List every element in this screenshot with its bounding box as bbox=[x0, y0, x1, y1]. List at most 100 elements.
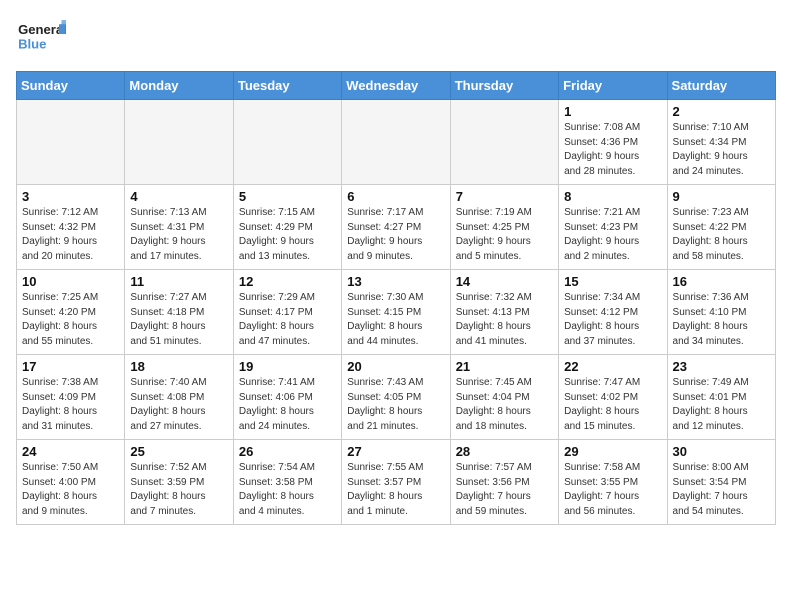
day-number: 7 bbox=[456, 189, 553, 204]
day-info: Sunrise: 7:21 AM Sunset: 4:23 PM Dayligh… bbox=[564, 206, 661, 264]
day-info: Sunrise: 7:30 AM Sunset: 4:15 PM Dayligh… bbox=[347, 291, 444, 349]
weekday-header-wednesday: Wednesday bbox=[342, 72, 450, 100]
week-row-4: 17 Sunrise: 7:38 AM Sunset: 4:09 PM Dayli… bbox=[17, 355, 776, 440]
day-info: Sunrise: 7:50 AM Sunset: 4:00 PM Dayligh… bbox=[22, 461, 119, 519]
day-cell: 26 Sunrise: 7:54 AM Sunset: 3:58 PM Dayli… bbox=[233, 440, 341, 525]
logo-icon: General Blue bbox=[16, 16, 66, 61]
day-info: Sunrise: 7:17 AM Sunset: 4:27 PM Dayligh… bbox=[347, 206, 444, 264]
day-number: 5 bbox=[239, 189, 336, 204]
day-cell: 22Sunrise: 7:47 AM Sunset: 4:02 PM Dayli… bbox=[559, 355, 667, 440]
day-cell: 19 Sunrise: 7:41 AM Sunset: 4:06 PM Dayli… bbox=[233, 355, 341, 440]
day-number: 24 bbox=[22, 444, 119, 459]
day-number: 4 bbox=[130, 189, 227, 204]
day-info: Sunrise: 7:32 AM Sunset: 4:13 PM Dayligh… bbox=[456, 291, 553, 349]
day-number: 15 bbox=[564, 274, 661, 289]
day-info: Sunrise: 7:55 AM Sunset: 3:57 PM Dayligh… bbox=[347, 461, 444, 519]
day-number: 17 bbox=[22, 359, 119, 374]
day-number: 25 bbox=[130, 444, 227, 459]
day-info: Sunrise: 7:49 AM Sunset: 4:01 PM Dayligh… bbox=[673, 376, 770, 434]
day-number: 12 bbox=[239, 274, 336, 289]
day-info: Sunrise: 7:27 AM Sunset: 4:18 PM Dayligh… bbox=[130, 291, 227, 349]
day-cell: 9 Sunrise: 7:23 AM Sunset: 4:22 PM Daylig… bbox=[667, 185, 775, 270]
day-number: 8 bbox=[564, 189, 661, 204]
day-cell: 11 Sunrise: 7:27 AM Sunset: 4:18 PM Dayli… bbox=[125, 270, 233, 355]
day-info: Sunrise: 7:15 AM Sunset: 4:29 PM Dayligh… bbox=[239, 206, 336, 264]
day-cell: 16 Sunrise: 7:36 AM Sunset: 4:10 PM Dayli… bbox=[667, 270, 775, 355]
day-number: 2 bbox=[673, 104, 770, 119]
day-cell: 29 Sunrise: 7:58 AM Sunset: 3:55 PM Dayli… bbox=[559, 440, 667, 525]
week-row-1: 1 Sunrise: 7:08 AM Sunset: 4:36 PM Daylig… bbox=[17, 100, 776, 185]
weekday-header-sunday: Sunday bbox=[17, 72, 125, 100]
weekday-header-saturday: Saturday bbox=[667, 72, 775, 100]
day-number: 21 bbox=[456, 359, 553, 374]
day-cell bbox=[125, 100, 233, 185]
day-info: Sunrise: 7:36 AM Sunset: 4:10 PM Dayligh… bbox=[673, 291, 770, 349]
day-info: Sunrise: 7:08 AM Sunset: 4:36 PM Dayligh… bbox=[564, 121, 661, 179]
day-cell: 21 Sunrise: 7:45 AM Sunset: 4:04 PM Dayli… bbox=[450, 355, 558, 440]
page-header: General Blue bbox=[16, 16, 776, 61]
day-cell: 10 Sunrise: 7:25 AM Sunset: 4:20 PM Dayli… bbox=[17, 270, 125, 355]
day-info: Sunrise: 7:58 AM Sunset: 3:55 PM Dayligh… bbox=[564, 461, 661, 519]
day-number: 3 bbox=[22, 189, 119, 204]
week-row-3: 10 Sunrise: 7:25 AM Sunset: 4:20 PM Dayli… bbox=[17, 270, 776, 355]
day-info: Sunrise: 7:23 AM Sunset: 4:22 PM Dayligh… bbox=[673, 206, 770, 264]
day-number: 23 bbox=[673, 359, 770, 374]
day-info: Sunrise: 7:43 AM Sunset: 4:05 PM Dayligh… bbox=[347, 376, 444, 434]
calendar-table: SundayMondayTuesdayWednesdayThursdayFrid… bbox=[16, 71, 776, 525]
day-cell bbox=[17, 100, 125, 185]
day-info: Sunrise: 7:47 AM Sunset: 4:02 PM Dayligh… bbox=[564, 376, 661, 434]
day-info: Sunrise: 7:10 AM Sunset: 4:34 PM Dayligh… bbox=[673, 121, 770, 179]
svg-text:Blue: Blue bbox=[18, 37, 46, 52]
day-number: 26 bbox=[239, 444, 336, 459]
weekday-header-tuesday: Tuesday bbox=[233, 72, 341, 100]
day-info: Sunrise: 7:40 AM Sunset: 4:08 PM Dayligh… bbox=[130, 376, 227, 434]
day-info: Sunrise: 7:25 AM Sunset: 4:20 PM Dayligh… bbox=[22, 291, 119, 349]
day-info: Sunrise: 7:12 AM Sunset: 4:32 PM Dayligh… bbox=[22, 206, 119, 264]
day-info: Sunrise: 7:52 AM Sunset: 3:59 PM Dayligh… bbox=[130, 461, 227, 519]
day-cell: 28Sunrise: 7:57 AM Sunset: 3:56 PM Dayli… bbox=[450, 440, 558, 525]
day-info: Sunrise: 8:00 AM Sunset: 3:54 PM Dayligh… bbox=[673, 461, 770, 519]
day-info: Sunrise: 7:41 AM Sunset: 4:06 PM Dayligh… bbox=[239, 376, 336, 434]
svg-text:General: General bbox=[18, 22, 66, 37]
day-cell: 12 Sunrise: 7:29 AM Sunset: 4:17 PM Dayli… bbox=[233, 270, 341, 355]
day-cell: 20 Sunrise: 7:43 AM Sunset: 4:05 PM Dayli… bbox=[342, 355, 450, 440]
day-cell: 23 Sunrise: 7:49 AM Sunset: 4:01 PM Dayli… bbox=[667, 355, 775, 440]
day-number: 30 bbox=[673, 444, 770, 459]
day-info: Sunrise: 7:13 AM Sunset: 4:31 PM Dayligh… bbox=[130, 206, 227, 264]
day-info: Sunrise: 7:34 AM Sunset: 4:12 PM Dayligh… bbox=[564, 291, 661, 349]
week-row-2: 3 Sunrise: 7:12 AM Sunset: 4:32 PM Daylig… bbox=[17, 185, 776, 270]
week-row-5: 24 Sunrise: 7:50 AM Sunset: 4:00 PM Dayli… bbox=[17, 440, 776, 525]
day-number: 6 bbox=[347, 189, 444, 204]
day-info: Sunrise: 7:38 AM Sunset: 4:09 PM Dayligh… bbox=[22, 376, 119, 434]
day-info: Sunrise: 7:57 AM Sunset: 3:56 PM Dayligh… bbox=[456, 461, 553, 519]
day-number: 19 bbox=[239, 359, 336, 374]
day-cell: 1 Sunrise: 7:08 AM Sunset: 4:36 PM Daylig… bbox=[559, 100, 667, 185]
day-cell: 6 Sunrise: 7:17 AM Sunset: 4:27 PM Daylig… bbox=[342, 185, 450, 270]
weekday-header-friday: Friday bbox=[559, 72, 667, 100]
day-cell: 24 Sunrise: 7:50 AM Sunset: 4:00 PM Dayli… bbox=[17, 440, 125, 525]
weekday-header-monday: Monday bbox=[125, 72, 233, 100]
day-info: Sunrise: 7:29 AM Sunset: 4:17 PM Dayligh… bbox=[239, 291, 336, 349]
day-info: Sunrise: 7:54 AM Sunset: 3:58 PM Dayligh… bbox=[239, 461, 336, 519]
weekday-header-row: SundayMondayTuesdayWednesdayThursdayFrid… bbox=[17, 72, 776, 100]
day-cell: 14Sunrise: 7:32 AM Sunset: 4:13 PM Dayli… bbox=[450, 270, 558, 355]
day-cell: 4 Sunrise: 7:13 AM Sunset: 4:31 PM Daylig… bbox=[125, 185, 233, 270]
day-cell: 18 Sunrise: 7:40 AM Sunset: 4:08 PM Dayli… bbox=[125, 355, 233, 440]
day-cell: 30 Sunrise: 8:00 AM Sunset: 3:54 PM Dayli… bbox=[667, 440, 775, 525]
day-cell bbox=[450, 100, 558, 185]
logo: General Blue bbox=[16, 16, 66, 61]
day-cell: 27Sunrise: 7:55 AM Sunset: 3:57 PM Dayli… bbox=[342, 440, 450, 525]
day-number: 1 bbox=[564, 104, 661, 119]
day-number: 29 bbox=[564, 444, 661, 459]
day-number: 9 bbox=[673, 189, 770, 204]
day-number: 10 bbox=[22, 274, 119, 289]
day-info: Sunrise: 7:45 AM Sunset: 4:04 PM Dayligh… bbox=[456, 376, 553, 434]
day-number: 13 bbox=[347, 274, 444, 289]
day-number: 11 bbox=[130, 274, 227, 289]
day-cell: 7 Sunrise: 7:19 AM Sunset: 4:25 PM Daylig… bbox=[450, 185, 558, 270]
day-cell: 3 Sunrise: 7:12 AM Sunset: 4:32 PM Daylig… bbox=[17, 185, 125, 270]
day-info: Sunrise: 7:19 AM Sunset: 4:25 PM Dayligh… bbox=[456, 206, 553, 264]
day-number: 20 bbox=[347, 359, 444, 374]
day-number: 18 bbox=[130, 359, 227, 374]
day-number: 16 bbox=[673, 274, 770, 289]
